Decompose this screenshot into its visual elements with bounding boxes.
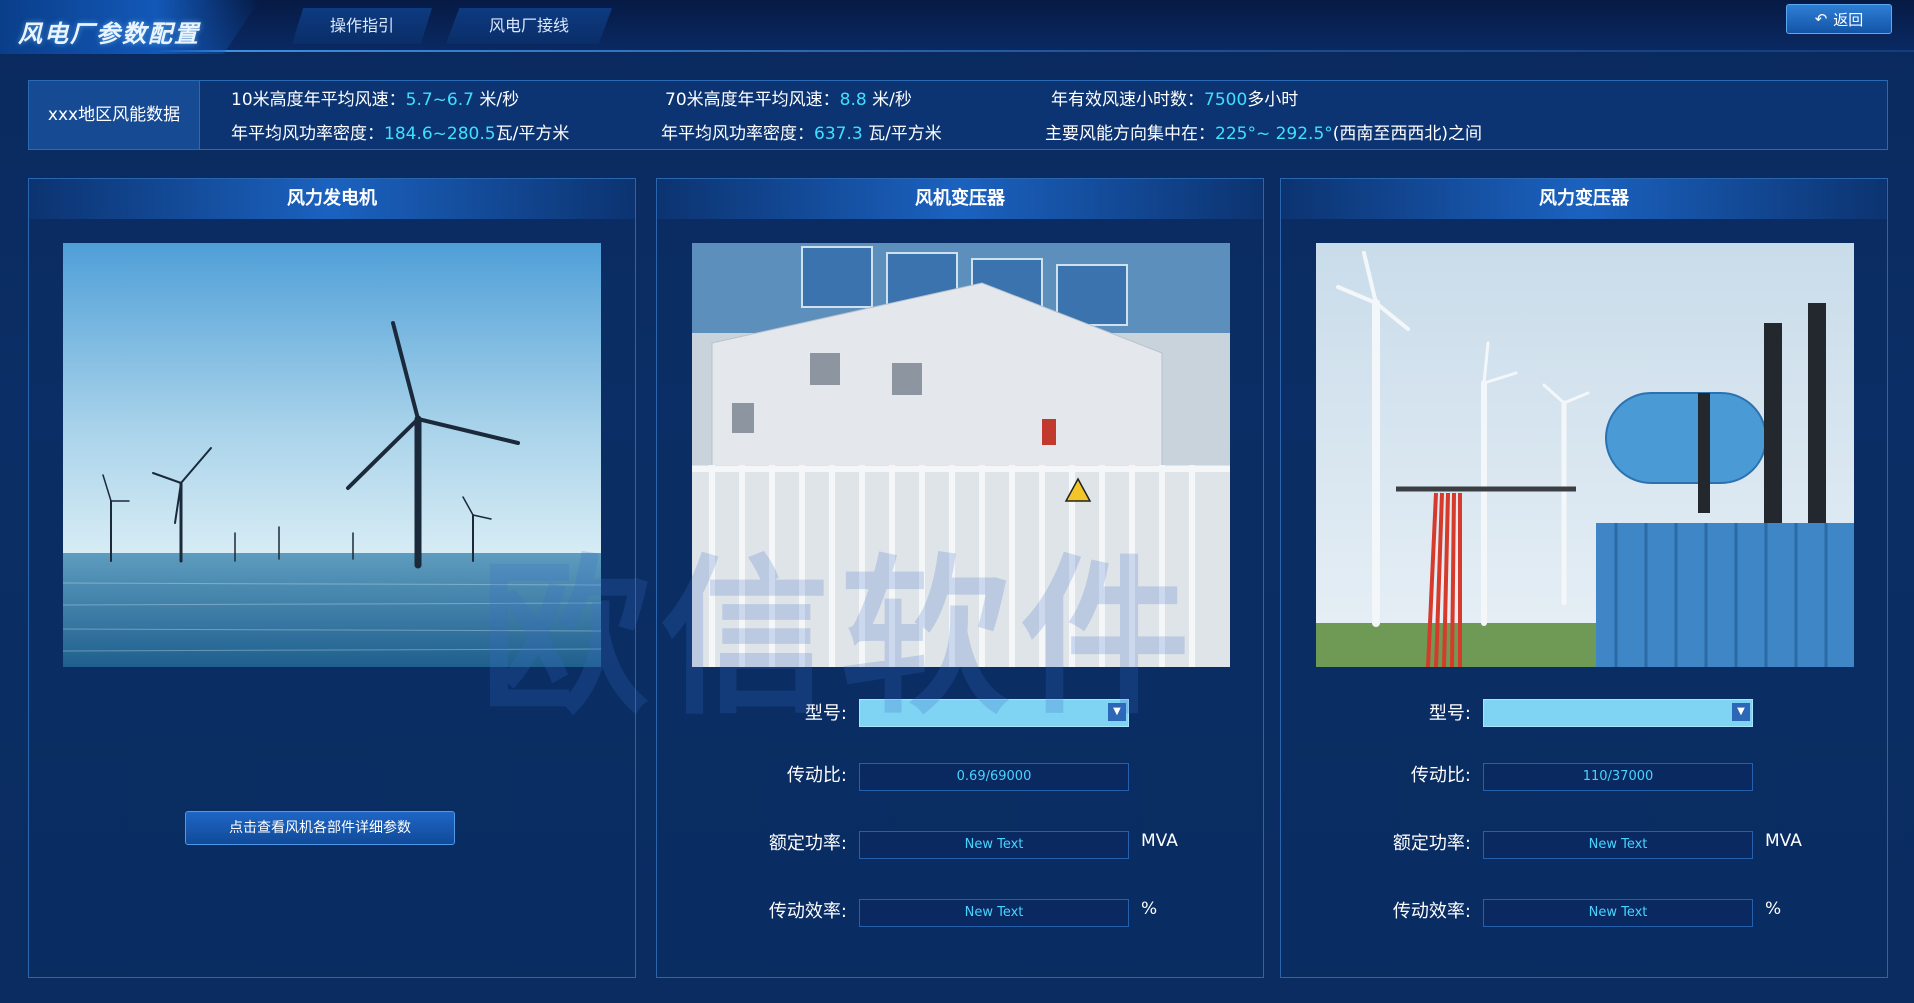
info-value: 8.8 xyxy=(839,90,867,110)
ratio-field[interactable]: 110/37000 xyxy=(1483,763,1753,791)
rated-power-unit: MVA xyxy=(1141,831,1178,851)
info-value: 5.7~6.7 xyxy=(405,90,474,110)
panel-title: 风机变压器 xyxy=(657,179,1263,219)
top-bar xyxy=(0,0,1914,52)
substation-transformer-image xyxy=(1316,243,1854,667)
info-label: 年平均风功率密度： xyxy=(231,124,384,144)
ratio-label: 传动比: xyxy=(1410,765,1471,786)
model-select[interactable]: ▼ xyxy=(859,699,1129,727)
rated-power-label: 额定功率: xyxy=(768,833,847,854)
box-transformer-image xyxy=(692,243,1230,667)
panel-wind-generator: 风力发电机 点击查看风机各部件详细参数 xyxy=(28,178,636,978)
info-unit: (西南至西西北)之间 xyxy=(1332,124,1483,144)
view-turbine-details-button[interactable]: 点击查看风机各部件详细参数 xyxy=(185,811,455,845)
efficiency-label: 传动效率: xyxy=(1392,901,1471,922)
info-unit: 多小时 xyxy=(1247,90,1299,110)
info-value: 7500 xyxy=(1204,90,1248,110)
info-wind-direction: 主要风能方向集中在：225°~ 292.5°(西南至西西北)之间 xyxy=(1045,119,1482,144)
efficiency-label: 传动效率: xyxy=(768,901,847,922)
rated-power-field[interactable]: New Text xyxy=(1483,831,1753,859)
panel-title: 风力发电机 xyxy=(29,179,635,219)
efficiency-field[interactable]: New Text xyxy=(859,899,1129,927)
rated-power-field[interactable]: New Text xyxy=(859,831,1129,859)
tab-operation-guide[interactable]: 操作指引 xyxy=(292,8,432,44)
info-value: 225°~ 292.5° xyxy=(1215,124,1333,144)
info-power-density-1: 年平均风功率密度：184.6~280.5瓦/平方米 xyxy=(231,119,569,144)
chevron-down-icon[interactable]: ▼ xyxy=(1732,703,1750,721)
tab-wind-farm-wiring[interactable]: 风电厂接线 xyxy=(446,8,612,44)
chevron-down-icon[interactable]: ▼ xyxy=(1108,703,1126,721)
panel-wind-transformer: 风力变压器 型号: ▼ 传动比: 110/37000 额定功率: New Tex… xyxy=(1280,178,1888,978)
rated-power-label: 额定功率: xyxy=(1392,833,1471,854)
info-label: 年有效风速小时数： xyxy=(1051,90,1204,110)
info-unit: 米/秒 xyxy=(866,90,912,110)
back-button[interactable]: ↶ 返回 xyxy=(1786,4,1892,34)
wind-data-strip: xxx地区风能数据 10米高度年平均风速：5.7~6.7 米/秒 70米高度年平… xyxy=(28,80,1888,150)
back-button-label: 返回 xyxy=(1833,10,1864,29)
top-bar-divider xyxy=(0,50,1914,52)
info-label: 10米高度年平均风速： xyxy=(231,90,406,110)
ratio-field[interactable]: 0.69/69000 xyxy=(859,763,1129,791)
model-label: 型号: xyxy=(804,703,847,724)
ratio-label: 传动比: xyxy=(786,765,847,786)
info-label: 70米高度年平均风速： xyxy=(665,90,840,110)
info-unit: 瓦/平方米 xyxy=(862,124,942,144)
model-label: 型号: xyxy=(1428,703,1471,724)
efficiency-unit: % xyxy=(1765,899,1782,919)
info-avg-speed-10m: 10米高度年平均风速：5.7~6.7 米/秒 xyxy=(231,85,519,110)
model-select[interactable]: ▼ xyxy=(1483,699,1753,727)
info-power-density-2: 年平均风功率密度：637.3 瓦/平方米 xyxy=(661,119,942,144)
back-arrow-icon: ↶ xyxy=(1814,10,1828,28)
info-label: 年平均风功率密度： xyxy=(661,124,814,144)
rated-power-unit: MVA xyxy=(1765,831,1802,851)
offshore-wind-turbine-image xyxy=(63,243,601,667)
info-effective-hours: 年有效风速小时数：7500多小时 xyxy=(1051,85,1298,110)
efficiency-unit: % xyxy=(1141,899,1158,919)
info-label: 主要风能方向集中在： xyxy=(1045,124,1215,144)
panel-turbine-transformer: 风机变压器 型号: ▼ 传动比: 0.69/69000 额定功率: New Te… xyxy=(656,178,1264,978)
panel-title: 风力变压器 xyxy=(1281,179,1887,219)
info-value: 637.3 xyxy=(814,124,863,144)
page-title: 风电厂参数配置 xyxy=(18,20,200,48)
info-unit: 瓦/平方米 xyxy=(495,124,570,144)
info-avg-speed-70m: 70米高度年平均风速：8.8 米/秒 xyxy=(665,85,912,110)
efficiency-field[interactable]: New Text xyxy=(1483,899,1753,927)
info-value: 184.6~280.5 xyxy=(384,124,496,144)
region-label: xxx地区风能数据 xyxy=(29,81,200,149)
info-unit: 米/秒 xyxy=(473,90,520,110)
